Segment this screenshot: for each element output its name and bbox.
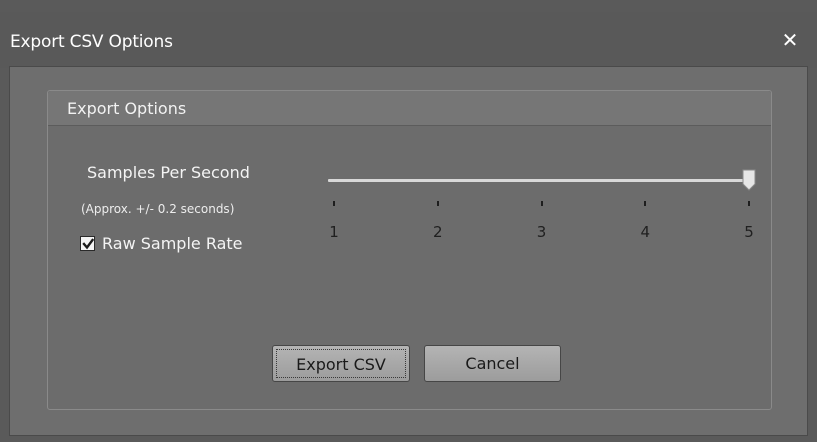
raw-sample-rate-label: Raw Sample Rate [102, 234, 243, 253]
group-title: Export Options [67, 99, 187, 118]
cancel-button[interactable]: Cancel [424, 345, 561, 382]
slider-tick [540, 201, 543, 206]
samples-per-second-label: Samples Per Second [87, 163, 250, 182]
export-options-group: Export Options Samples Per Second (Appro… [47, 90, 772, 410]
export-csv-button-label: Export CSV [276, 349, 406, 378]
slider-tick-label: 2 [432, 223, 443, 241]
export-csv-button[interactable]: Export CSV [272, 345, 410, 382]
slider-tick-label: 3 [536, 223, 547, 241]
samples-per-second-slider[interactable]: 1 2 3 4 5 [328, 167, 760, 247]
title-bar[interactable]: Export CSV Options ✕ [0, 12, 817, 68]
close-icon[interactable]: ✕ [778, 28, 802, 52]
slider-tick-label: 1 [329, 223, 339, 241]
dialog-content: Export Options Samples Per Second (Appro… [9, 66, 808, 436]
samples-approx-note: (Approx. +/- 0.2 seconds) [81, 202, 235, 216]
group-header: Export Options [48, 91, 771, 126]
checkmark-icon [82, 238, 94, 250]
slider-tick-label: 4 [640, 223, 651, 241]
slider-tick [748, 201, 750, 206]
dialog-title: Export CSV Options [10, 32, 173, 52]
slider-tick [333, 201, 335, 206]
raw-sample-rate-checkbox[interactable] [80, 236, 95, 251]
slider-thumb[interactable] [742, 169, 756, 191]
slider-track[interactable] [328, 179, 749, 182]
slider-tick-label: 5 [744, 223, 754, 241]
slider-tick [436, 201, 439, 206]
export-csv-options-dialog: Export CSV Options ✕ Export Options Samp… [0, 0, 817, 442]
slider-tick [644, 201, 647, 206]
